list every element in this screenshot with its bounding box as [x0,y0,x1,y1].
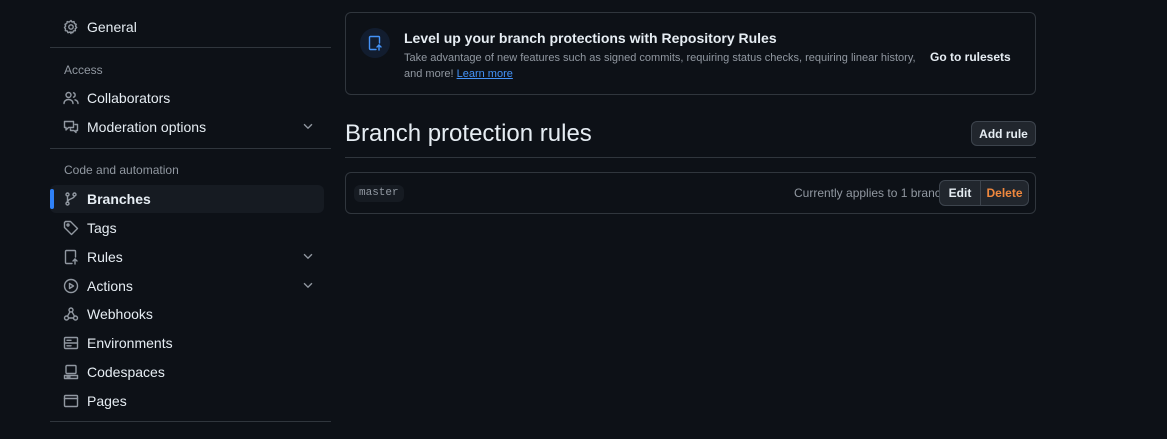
sidebar-item-label: Rules [87,249,123,265]
sidebar-item-label: Branches [87,191,151,207]
chevron-down-icon [301,278,317,294]
codespaces-icon [63,364,79,380]
comment-discussion-icon [63,119,79,135]
sidebar-item-pages[interactable]: Pages [50,387,127,415]
rule-actions-group: Edit Delete [939,180,1029,206]
browser-icon [63,393,79,409]
sidebar-divider [50,47,331,48]
chevron-down-icon [301,119,317,135]
sidebar-divider [50,421,331,422]
repo-push-icon [360,28,390,58]
people-icon [63,90,79,106]
branch-name-badge[interactable]: master [354,185,404,202]
learn-more-link[interactable]: Learn more [457,68,513,80]
chevron-down-icon [301,249,317,265]
sidebar-item-label: Codespaces [87,364,165,380]
sidebar-item-branches[interactable]: Branches [50,185,324,213]
sidebar-item-label: Actions [87,278,133,294]
sidebar-item-label: Moderation options [87,119,207,135]
sidebar-item-webhooks[interactable]: Webhooks [50,300,153,328]
git-branch-icon [63,191,79,207]
play-circle-icon [63,278,79,294]
go-to-rulesets-link[interactable]: Go to rulesets [930,50,1011,64]
webhook-icon [63,306,79,322]
branch-rule-row: master Currently applies to 1 branch Edi… [345,172,1036,214]
banner-title: Level up your branch protections with Re… [404,30,777,46]
sidebar-item-label: Environments [87,335,173,351]
sidebar-item-tags[interactable]: Tags [50,214,117,242]
sidebar-item-label: Pages [87,393,127,409]
sidebar-item-label: Webhooks [87,306,153,322]
repo-push-icon [63,249,79,265]
tag-icon [63,220,79,236]
rulesets-promo-banner: Level up your branch protections with Re… [345,12,1036,95]
edit-rule-button[interactable]: Edit [939,180,981,206]
gear-icon [63,19,79,35]
sidebar-item-actions[interactable]: Actions [50,272,331,300]
applies-count-text: Currently applies to 1 branch [794,186,948,200]
sidebar-divider [50,148,331,149]
add-rule-button[interactable]: Add rule [971,121,1036,146]
sidebar-item-environments[interactable]: Environments [50,329,173,357]
title-divider [345,157,1036,158]
sidebar-item-rules[interactable]: Rules [50,243,331,271]
page-title: Branch protection rules [345,120,592,147]
section-header-code-automation: Code and automation [64,163,179,177]
sidebar-item-label: Tags [87,220,117,236]
sidebar-item-general[interactable]: General [50,13,137,41]
sidebar-item-label: Collaborators [87,90,171,106]
sidebar-item-collaborators[interactable]: Collaborators [50,84,170,112]
server-icon [63,335,79,351]
sidebar-item-moderation-options[interactable]: Moderation options [50,113,331,141]
delete-rule-button[interactable]: Delete [981,180,1029,206]
sidebar-item-codespaces[interactable]: Codespaces [50,358,165,386]
banner-description: Take advantage of new features such as s… [404,50,929,82]
sidebar-item-label: General [87,19,137,35]
section-header-access: Access [64,63,103,77]
